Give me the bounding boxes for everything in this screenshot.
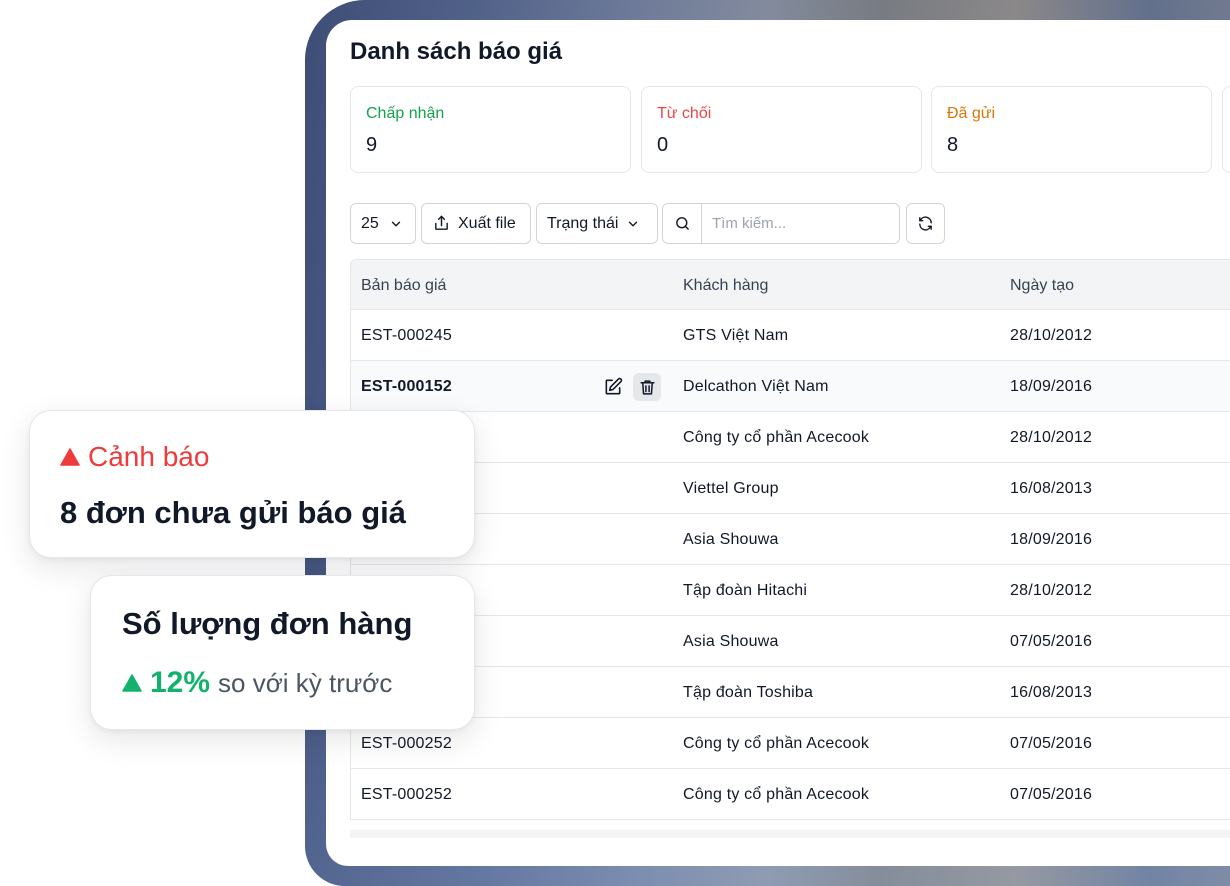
- customer-name: Delcathon Việt Nam: [683, 378, 829, 395]
- order-count-card: Số lượng đơn hàng 12% so với kỳ trước: [90, 575, 475, 730]
- customer-name: Tập đoàn Toshiba: [683, 684, 814, 701]
- export-label: Xuất file: [458, 214, 516, 232]
- delete-button[interactable]: [633, 373, 661, 401]
- created-date: 07/05/2016: [1010, 735, 1093, 752]
- row-actions: [599, 373, 661, 401]
- table-row[interactable]: Tập đoàn Hitachi 28/10/2012: [350, 565, 1230, 616]
- page-title: Danh sách báo giá: [350, 38, 563, 65]
- warning-title-text: Cảnh báo: [88, 441, 210, 472]
- status-filter[interactable]: Trạng thái: [536, 203, 658, 244]
- warning-title: Cảnh báo: [60, 441, 209, 473]
- table-row[interactable]: EST-000252 Công ty cổ phần Acecook 07/05…: [350, 769, 1230, 820]
- stat-value: 8: [947, 134, 959, 156]
- table-row[interactable]: Viettel Group 16/08/2013: [350, 463, 1230, 514]
- quotes-table: Bản báo giá Khách hàng Ngày tạo EST-0002…: [350, 259, 1230, 838]
- column-header-quote[interactable]: Bản báo giá: [361, 277, 446, 295]
- created-date: 18/09/2016: [1010, 531, 1093, 548]
- table-row[interactable]: Tập đoàn Toshiba 16/08/2013: [350, 667, 1230, 718]
- customer-name: Asia Shouwa: [683, 633, 779, 650]
- search-input[interactable]: [702, 215, 882, 232]
- created-date: 28/10/2012: [1010, 429, 1093, 446]
- column-header-created-date[interactable]: Ngày tạo: [1010, 277, 1074, 295]
- created-date: 16/08/2013: [1010, 480, 1093, 497]
- created-date: 07/05/2016: [1010, 633, 1093, 650]
- quote-code[interactable]: EST-000252: [361, 735, 452, 753]
- created-date: 16/08/2013: [1010, 684, 1093, 701]
- trash-icon: [639, 379, 655, 395]
- refresh-icon: [917, 215, 934, 232]
- customer-name: Công ty cổ phần Acecook: [683, 429, 870, 446]
- page-size-select[interactable]: 25: [350, 203, 416, 244]
- created-date: 28/10/2012: [1010, 582, 1093, 599]
- customer-name: GTS Việt Nam: [683, 327, 789, 344]
- trend-percent: 12%: [150, 666, 211, 699]
- stat-label: Chấp nhận: [366, 105, 445, 122]
- edit-icon: [605, 377, 623, 395]
- page-size-value: 25: [361, 214, 379, 232]
- created-date: 28/10/2012: [1010, 327, 1093, 344]
- stat-card-more[interactable]: [1222, 86, 1230, 173]
- status-filter-label: Trạng thái: [547, 214, 619, 232]
- stat-value: 9: [366, 134, 378, 156]
- customer-name: Asia Shouwa: [683, 531, 779, 548]
- chevron-down-icon: [626, 217, 640, 231]
- search-icon[interactable]: [663, 204, 702, 243]
- table-row[interactable]: Công ty cổ phần Acecook 28/10/2012: [350, 412, 1230, 463]
- search-box: [662, 203, 900, 244]
- table-row[interactable]: EST-000152 Delcathon Việt Nam 18/09/2016: [350, 361, 1230, 412]
- column-header-customer[interactable]: Khách hàng: [683, 277, 768, 295]
- customer-name: Công ty cổ phần Acecook: [683, 786, 870, 803]
- warning-message: 8 đơn chưa gửi báo giá: [60, 495, 406, 530]
- table-row[interactable]: Asia Shouwa 07/05/2016: [350, 616, 1230, 667]
- stat-label: Đã gửi: [947, 105, 996, 122]
- table-row[interactable]: Asia Shouwa 18/09/2016: [350, 514, 1230, 565]
- table-row[interactable]: EST-000252 Công ty cổ phần Acecook 07/05…: [350, 718, 1230, 769]
- created-date: 18/09/2016: [1010, 378, 1093, 395]
- stat-label: Từ chối: [657, 105, 712, 122]
- table-row[interactable]: EST-000245 GTS Việt Nam 28/10/2012: [350, 310, 1230, 361]
- table-header: Bản báo giá Khách hàng Ngày tạo: [350, 259, 1230, 310]
- horizontal-scrollbar[interactable]: [350, 830, 1230, 838]
- created-date: 07/05/2016: [1010, 786, 1093, 803]
- quote-code[interactable]: EST-000252: [361, 786, 452, 804]
- warning-card: Cảnh báo 8 đơn chưa gửi báo giá: [29, 410, 475, 558]
- trend-comparison: so với kỳ trước: [218, 667, 393, 698]
- refresh-button[interactable]: [906, 203, 945, 244]
- stat-card-accepted[interactable]: Chấp nhận 9: [350, 86, 631, 173]
- stat-card-sent[interactable]: Đã gửi 8: [931, 86, 1212, 173]
- stat-value: 0: [657, 134, 669, 156]
- trend-up-icon: [122, 674, 142, 692]
- customer-name: Viettel Group: [683, 480, 779, 497]
- order-trend: 12% so với kỳ trước: [122, 666, 392, 700]
- quote-code[interactable]: EST-000245: [361, 327, 452, 345]
- chevron-down-icon: [389, 217, 403, 231]
- export-button[interactable]: Xuất file: [421, 203, 531, 244]
- order-count-title: Số lượng đơn hàng: [122, 606, 413, 641]
- quote-code[interactable]: EST-000152: [361, 378, 452, 396]
- upload-icon: [433, 215, 450, 232]
- customer-name: Tập đoàn Hitachi: [683, 582, 808, 599]
- warning-triangle-icon: [60, 448, 80, 466]
- customer-name: Công ty cổ phần Acecook: [683, 735, 870, 752]
- edit-button[interactable]: [599, 373, 627, 401]
- stat-card-rejected[interactable]: Từ chối 0: [641, 86, 922, 173]
